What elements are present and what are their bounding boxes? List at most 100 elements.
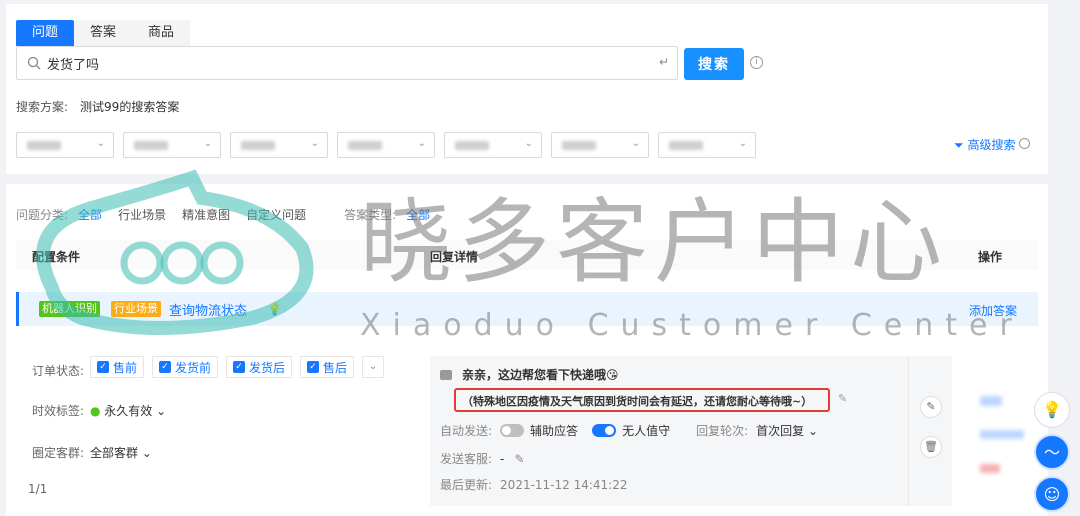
search-scheme-label: 搜索方案: — [16, 100, 69, 114]
delete-button[interactable]: 🗑 — [920, 436, 942, 458]
search-icon — [27, 56, 41, 70]
chevron-down-icon: ⌄ — [417, 138, 426, 149]
industry-scene-tag: 行业场景 — [111, 301, 161, 317]
results-panel: 问题分类: 全部 行业场景 精准意图 自定义问题 答案类型: 全部 配置条件 回… — [6, 184, 1048, 516]
blurred-value — [348, 141, 382, 150]
filter-select[interactable]: ⌄ — [123, 132, 221, 158]
updated-value: 2021-11-12 14:41:22 — [500, 477, 628, 492]
check-icon: ✓ — [97, 361, 109, 373]
edit-button[interactable]: ✎ — [920, 396, 942, 418]
robot-recognition-tag: 机器人识别 — [39, 301, 100, 317]
blurred-value — [562, 141, 596, 150]
checkbox-label: 售后 — [323, 360, 348, 375]
chevron-down-icon[interactable]: ⌄ — [362, 356, 385, 378]
answer-type-filter: 答案类型: 全部 — [344, 206, 446, 223]
table-header: 配置条件 回复详情 操作 — [16, 240, 1038, 270]
search-scheme-value[interactable]: 测试99的搜索答案 — [80, 100, 179, 114]
check-icon: ✓ — [159, 361, 172, 373]
lightbulb-icon[interactable]: 💡 — [1034, 392, 1070, 428]
category-all[interactable]: 全部 — [78, 206, 102, 223]
tab-product[interactable]: 商品 — [132, 20, 191, 46]
filter-select[interactable]: ⌄ — [658, 132, 756, 158]
chevron-down-icon: ⌄ — [96, 138, 105, 149]
chevron-down-icon: ⌄ — [631, 138, 640, 149]
status-dot-icon: ● — [90, 404, 105, 418]
category-precise-intent[interactable]: 精准意图 — [182, 206, 230, 223]
edit-icon[interactable]: ✎ — [514, 452, 524, 466]
search-button[interactable]: 搜索 — [684, 48, 744, 80]
advanced-search-label: 高级搜索 — [967, 138, 1016, 152]
help-icon — [1019, 138, 1031, 149]
filter-icon: ⏷ — [954, 138, 964, 152]
header-operation: 操作 — [978, 250, 1003, 264]
service-label: 发送客服: — [440, 452, 493, 466]
order-status-label: 订单状态: — [32, 364, 85, 378]
timeliness-select[interactable]: ● 永久有效 ⌄ — [90, 402, 166, 419]
timeliness-value: 永久有效 — [104, 404, 153, 418]
edit-icon[interactable]: ✎ — [838, 392, 847, 405]
reply-detail-card: 亲亲，这边帮您看下快递哦😘 （特殊地区因疫情及天气原因到货时间会有延迟，还请您耐… — [430, 356, 908, 506]
check-icon: ✓ — [233, 361, 246, 373]
blurred-value — [27, 141, 61, 150]
service-row: 发送客服: - ✎ — [440, 450, 524, 467]
assist-toggle[interactable] — [500, 424, 525, 437]
blurred-action — [980, 430, 1024, 439]
search-scheme: 搜索方案: 测试99的搜索答案 — [16, 98, 179, 115]
assist-label: 辅助应答 — [530, 424, 579, 438]
checkbox-after-shipping[interactable]: ✓ 发货后 — [226, 356, 293, 378]
category-industry[interactable]: 行业场景 — [118, 206, 166, 223]
advanced-search-link[interactable]: ⏷ 高级搜索 — [954, 136, 1031, 153]
auto-send-row: 自动发送: 辅助应答 无人值守 回复轮次: 首次回复 ⌄ — [440, 422, 818, 439]
unmanned-label: 无人值守 — [622, 424, 671, 438]
timeliness-label: 时效标签: — [32, 404, 85, 418]
search-type-tabs: 问题 答案 商品 — [16, 20, 191, 46]
check-icon: ✓ — [307, 361, 320, 373]
table-row-header: 机器人识别 行业场景 查询物流状态 💡 添加答案 — [16, 292, 1038, 326]
filter-select[interactable]: ⌄ — [16, 132, 114, 158]
filter-select[interactable]: ⌄ — [551, 132, 649, 158]
updated-label: 最后更新: — [440, 478, 493, 492]
blurred-value — [241, 141, 275, 150]
updated-row: 最后更新: 2021-11-12 14:41:22 — [440, 476, 628, 493]
answer-type-all[interactable]: 全部 — [406, 206, 430, 223]
chevron-down-icon: ⌄ — [524, 138, 533, 149]
robot-icon[interactable]: ☺ — [1034, 476, 1070, 512]
round-label: 回复轮次: — [696, 424, 749, 438]
search-input[interactable] — [47, 53, 647, 73]
blurred-value — [669, 141, 703, 150]
pulse-icon[interactable]: 〜 — [1034, 434, 1070, 470]
round-select[interactable]: 首次回复 ⌄ — [756, 422, 818, 439]
blurred-value — [134, 141, 168, 150]
filter-select[interactable]: ⌄ — [444, 132, 542, 158]
round-value: 首次回复 — [756, 424, 805, 438]
checkbox-presale[interactable]: ✓ 售前 — [90, 356, 145, 378]
info-icon[interactable]: i — [750, 56, 763, 69]
order-status-checkboxes: ✓ 售前 ✓ 发货前 ✓ 发货后 ✓ 售后 ⌄ — [90, 356, 385, 378]
tab-answer[interactable]: 答案 — [74, 20, 133, 46]
lightbulb-icon[interactable]: 💡 — [267, 302, 282, 316]
category-filter: 问题分类: 全部 行业场景 精准意图 自定义问题 答案类型: 全部 — [16, 206, 446, 223]
checkbox-aftersale[interactable]: ✓ 售后 — [300, 356, 355, 378]
chevron-down-icon: ⌄ — [310, 138, 319, 149]
question-title[interactable]: 查询物流状态 — [169, 300, 247, 319]
message-icon — [440, 370, 452, 380]
crowd-label: 圈定客群: — [32, 446, 85, 460]
chevron-down-icon: ⌄ — [203, 138, 212, 149]
crowd-value: 全部客群 — [90, 446, 139, 460]
add-answer-link[interactable]: 添加答案 — [969, 302, 1017, 319]
blurred-action — [980, 464, 1000, 473]
search-panel: 问题 答案 商品 ↵ 搜索 i 搜索方案: 测试99的搜索答案 ⌄ ⌄ ⌄ ⌄ ⌄… — [6, 4, 1048, 174]
filter-select[interactable]: ⌄ — [230, 132, 328, 158]
checkbox-label: 售前 — [113, 360, 138, 375]
crowd-select[interactable]: 全部客群 ⌄ — [90, 444, 152, 461]
checkbox-before-shipping[interactable]: ✓ 发货前 — [152, 356, 219, 378]
enter-icon: ↵ — [658, 55, 669, 69]
checkbox-label: 发货前 — [175, 360, 212, 375]
header-condition: 配置条件 — [32, 250, 81, 264]
tab-question[interactable]: 问题 — [16, 20, 75, 46]
filter-select[interactable]: ⌄ — [337, 132, 435, 158]
blurred-value — [455, 141, 489, 150]
service-value: - — [500, 451, 505, 466]
category-custom[interactable]: 自定义问题 — [246, 206, 306, 223]
unmanned-toggle[interactable] — [592, 424, 617, 437]
